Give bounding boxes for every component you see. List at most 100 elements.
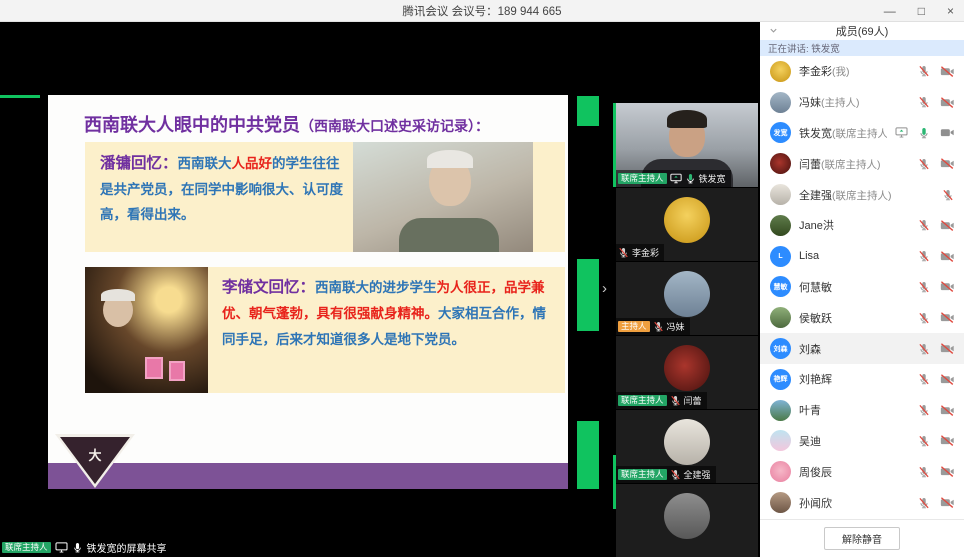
video-tile[interactable] [616,484,758,557]
member-row[interactable]: L Lisa [760,241,964,272]
video-tile[interactable]: 主持人 冯妹 [616,262,758,335]
avatar [664,493,710,539]
avatar [770,307,791,328]
member-row[interactable]: 发宽 铁发宽(联席主持人) [760,118,964,149]
tile-label: 联席主持人 铁发宽 [616,170,731,187]
avatar [770,461,791,482]
camera-off-icon [940,466,954,477]
mic-off-icon [942,189,954,201]
photo-li-chuwen [85,267,208,393]
quote-segment: 人品好 [232,156,273,171]
quote-text-li-chuwen: 李储文回忆：西南联大的进步学生为人很正，品学兼优、朝气蓬勃，具有很强献身精神。大… [208,267,565,393]
member-row[interactable]: 侯敏跃 [760,302,964,333]
members-count-title: 成员(69人) [836,23,889,39]
participant-name: 全建强 [684,468,711,481]
member-name: Lisa [799,250,910,262]
camera-on-icon [940,127,954,138]
member-status-icons [918,343,954,355]
role-badge: 主持人 [618,321,650,333]
quote-text-pan-yong: 潘镛回忆：西南联大人品好的学生往往是共产党员，在同学中影响很大、认可度高，看得出… [85,142,353,252]
member-row[interactable]: Jane洪 [760,210,964,241]
avatar: 艳辉 [770,369,791,390]
camera-off-icon [940,374,954,385]
share-border-fragment [577,259,599,331]
member-status-icons [918,158,954,170]
member-row[interactable]: 全建强(联席主持人) [760,179,964,210]
mic-off-icon [918,497,930,509]
slide-title-segment: 西南联大人眼中的中共党员 [84,115,300,135]
quote-segment: 西南联大 [178,156,232,171]
quote-segment: 西南联大的进步学生 [315,280,437,295]
participant-name: 闫蕾 [684,394,702,407]
member-name: 叶青 [799,402,910,418]
member-row[interactable]: 叶青 [760,395,964,426]
video-tile[interactable]: 李金彩 [616,188,758,261]
video-tile[interactable]: 联席主持人 铁发宽 [616,103,758,187]
member-name: 全建强(联席主持人) [799,187,934,203]
maximize-icon[interactable]: □ [918,5,925,17]
quote-block-pan-yong: 潘镛回忆：西南联大人品好的学生往往是共产党员，在同学中影响很大、认可度高，看得出… [85,142,565,252]
minimize-icon[interactable]: — [884,5,896,17]
avatar [770,430,791,451]
screen-share-icon [670,173,682,184]
share-border-fragment [0,95,40,98]
photo-figure [101,289,135,301]
photo-figure [427,150,473,168]
member-name: 刘艳辉 [799,371,910,387]
chevron-down-icon[interactable] [769,26,778,35]
mic-off-icon [918,219,930,231]
member-row[interactable]: 慧敏 何慧敏 [760,272,964,303]
members-header: 成员(69人) [760,22,964,40]
camera-off-icon [940,405,954,416]
avatar [664,419,710,465]
member-name: 侯敏跃 [799,310,910,326]
window-controls: — □ × [884,0,954,22]
mic-off-icon [653,321,664,332]
photo-figure [145,357,163,379]
share-status-bar: 联席主持人 铁发宽的屏幕共享 [2,540,167,555]
mic-icon [72,542,83,553]
camera-off-icon [940,435,954,446]
video-tile[interactable]: 联席主持人 全建强 [616,410,758,483]
mic-off-icon [918,158,930,170]
avatar: L [770,246,791,267]
member-row[interactable]: 周俊辰 [760,456,964,487]
video-strip-toggle[interactable]: › [602,280,607,297]
members-list: 李金彩(我) [760,56,964,519]
members-panel: 成员(69人) 正在讲话: 铁发宽 李金彩(我) [760,22,964,557]
member-name: 吴迪 [799,433,910,449]
video-tile[interactable]: 联席主持人 闫蕾 [616,336,758,409]
mic-off-icon [670,469,681,480]
member-row[interactable]: 孙闻欣 [760,487,964,518]
share-status-text: 铁发宽的屏幕共享 [87,540,167,555]
unmute-button[interactable]: 解除静音 [824,527,900,550]
member-status-icons [918,312,954,324]
mic-off-icon [918,281,930,293]
member-status-icons [918,466,954,478]
mic-off-icon [918,343,930,355]
member-name: 何慧敏 [799,279,910,295]
mic-on-icon [918,127,930,139]
member-name: 冯妹(主持人) [799,94,910,110]
avatar [770,215,791,236]
member-status-icons [918,250,954,262]
role-badge: 联席主持人 [618,395,667,407]
member-row[interactable]: 吴迪 [760,426,964,457]
avatar [770,492,791,513]
mic-off-icon [918,373,930,385]
member-row[interactable]: 李金彩(我) [760,56,964,87]
titlebar: 腾讯会议 会议号：189 944 665 — □ × [0,0,964,22]
close-icon[interactable]: × [947,5,954,17]
photo-pan-yong [353,142,533,252]
member-row[interactable]: 艳辉 刘艳辉 [760,364,964,395]
avatar [664,345,710,391]
member-row[interactable]: 闫蕾(联席主持人) [760,148,964,179]
member-status-icons [918,404,954,416]
quote-segment: 李储文回忆： [222,279,315,296]
camera-off-icon [940,497,954,508]
tile-label: 主持人 冯妹 [616,318,690,335]
avatar [770,61,791,82]
avatar: 刘森 [770,338,791,359]
member-row[interactable]: 刘森 刘森 [760,333,964,364]
member-row[interactable]: 冯妹(主持人) [760,87,964,118]
